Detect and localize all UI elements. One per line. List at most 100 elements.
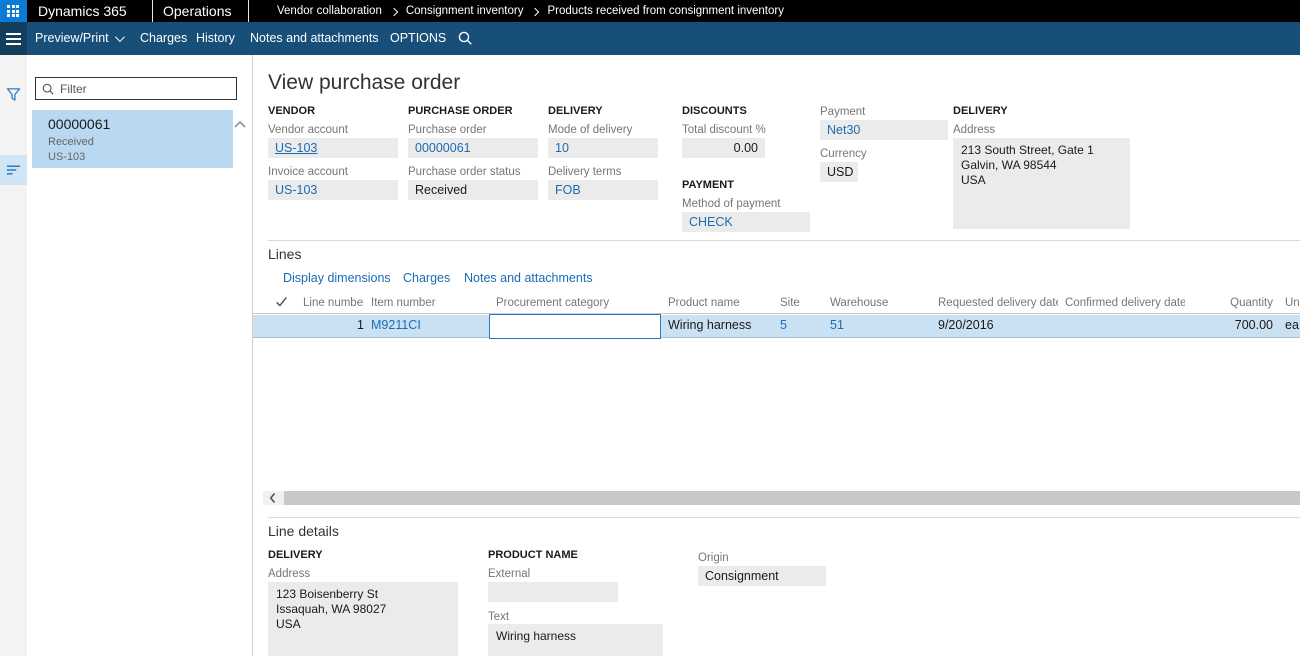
total-discount-field[interactable]: 0.00 [682,138,765,158]
col-line-number[interactable]: Line number [303,297,364,309]
mode-of-delivery-label: Mode of delivery [548,124,632,136]
col-site[interactable]: Site [780,297,816,309]
invoice-account-label: Invoice account [268,166,348,178]
record-list-pane: 00000061 Received US-103 [27,55,253,656]
total-discount-label: Total discount % [682,124,766,136]
group-payment: PAYMENT [682,179,734,191]
col-quantity[interactable]: Quantity [1178,297,1273,309]
cell-site[interactable]: 5 [780,318,816,332]
col-unit[interactable]: Un [1285,297,1300,309]
filter-pane-button[interactable] [0,80,27,110]
chevron-right-icon [531,7,539,15]
topbar-divider [152,0,153,22]
breadcrumb-item[interactable]: Vendor collaboration [277,5,382,17]
purchase-order-label: Purchase order [408,124,487,136]
ld-address-field[interactable]: 123 Boisenberry St Issaquah, WA 98027 US… [268,582,458,656]
payment-field[interactable]: Net30 [820,120,948,140]
delivery-address-field[interactable]: 213 South Street, Gate 1 Galvin, WA 9854… [953,138,1130,229]
topbar-divider [248,0,249,22]
filter-input[interactable] [60,79,232,98]
tab-charges[interactable]: Charges [403,271,450,285]
group-discounts: DISCOUNTS [682,105,747,117]
line-details-title: Line details [268,523,339,539]
breadcrumb-item[interactable]: Products received from consignment inven… [547,5,784,17]
hamburger-menu-button[interactable] [0,22,27,55]
text-label: Text [488,611,509,623]
delivery-terms-field[interactable]: FOB [548,180,658,200]
col-requested-delivery-date[interactable]: Requested delivery date [938,297,1058,309]
col-warehouse[interactable]: Warehouse [830,297,920,309]
search-icon[interactable] [457,30,473,46]
list-item-status: Received [48,136,94,148]
col-procurement-category[interactable]: Procurement category [496,297,646,309]
list-item-purchase-order[interactable]: 00000061 Received US-103 [32,110,233,168]
group-delivery-address: DELIVERY [953,105,1008,117]
cell-procurement-category[interactable] [489,314,661,339]
currency-field[interactable]: USD [820,162,858,182]
waffle-menu-button[interactable] [0,0,27,22]
payment-label: Payment [820,106,865,118]
breadcrumb-item[interactable]: Consignment inventory [406,5,524,17]
top-navbar: Dynamics 365 Operations Vendor collabora… [0,0,1300,22]
purchase-order-field[interactable]: 00000061 [408,138,538,158]
menu-notes-attachments[interactable]: Notes and attachments [250,31,379,45]
search-icon [41,82,55,96]
origin-field[interactable]: Consignment [698,566,826,586]
list-item-order-number: 00000061 [48,116,110,132]
cell-unit[interactable]: ea [1285,318,1300,332]
list-item-account: US-103 [48,151,85,163]
col-item-number[interactable]: Item number [371,297,471,309]
group-ld-delivery: DELIVERY [268,549,323,561]
address-label: Address [953,124,995,136]
text-field[interactable]: Wiring harness [488,624,663,656]
command-bar: Preview/Print Charges History Notes and … [0,22,1300,55]
delivery-terms-label: Delivery terms [548,166,621,178]
waffle-icon [7,5,20,17]
group-product-name: PRODUCT NAME [488,549,578,561]
cell-requested-delivery-date[interactable]: 9/20/2016 [938,318,1058,332]
tab-notes-attachments[interactable]: Notes and attachments [464,271,593,285]
cell-line-number[interactable]: 1 [303,318,364,332]
cell-product-name[interactable]: Wiring harness [668,318,773,332]
hamburger-icon [6,33,21,35]
left-rail [0,55,27,656]
horizontal-scrollbar[interactable] [263,491,1300,505]
group-vendor: VENDOR [268,105,315,117]
group-delivery: DELIVERY [548,105,603,117]
module-title[interactable]: Operations [163,3,231,19]
list-pane-button[interactable] [0,155,27,185]
select-all-checkmark-icon[interactable] [275,295,291,308]
menu-preview-print[interactable]: Preview/Print [35,31,122,45]
vendor-account-label: Vendor account [268,124,348,136]
po-status-field[interactable]: Received [408,180,538,200]
app-title[interactable]: Dynamics 365 [38,3,127,19]
cell-warehouse[interactable]: 51 [830,318,920,332]
scrollbar-thumb[interactable] [284,491,1300,505]
vendor-account-field[interactable]: US-103 [268,138,398,158]
external-field[interactable] [488,582,618,602]
col-product-name[interactable]: Product name [668,297,768,309]
grid-header-row: Line number Item number Procurement cate… [253,295,1300,314]
list-icon [6,164,21,176]
col-confirmed-delivery-date[interactable]: Confirmed delivery date [1065,297,1185,309]
scroll-left-button[interactable] [263,491,283,505]
menu-history[interactable]: History [196,31,235,45]
chevron-down-icon [115,32,125,42]
po-status-label: Purchase order status [408,166,521,178]
cell-quantity[interactable]: 700.00 [1178,318,1273,332]
breadcrumb: Vendor collaboration Consignment invento… [277,5,784,17]
grid-row-line-1[interactable]: 1 M9211CI Wiring harness 5 51 9/20/2016 … [253,315,1300,338]
filter-icon [6,87,21,102]
invoice-account-field[interactable]: US-103 [268,180,398,200]
method-of-payment-field[interactable]: CHECK [682,212,810,232]
currency-label: Currency [820,148,867,160]
tab-display-dimensions[interactable]: Display dimensions [283,271,391,285]
menu-options[interactable]: OPTIONS [390,31,446,45]
menu-charges[interactable]: Charges [140,31,187,45]
mode-of-delivery-field[interactable]: 10 [548,138,658,158]
filter-field [35,77,237,100]
cell-item-number[interactable]: M9211CI [371,318,471,332]
group-purchase-order: PURCHASE ORDER [408,105,513,117]
external-label: External [488,568,530,580]
chevron-up-icon[interactable] [232,117,248,133]
